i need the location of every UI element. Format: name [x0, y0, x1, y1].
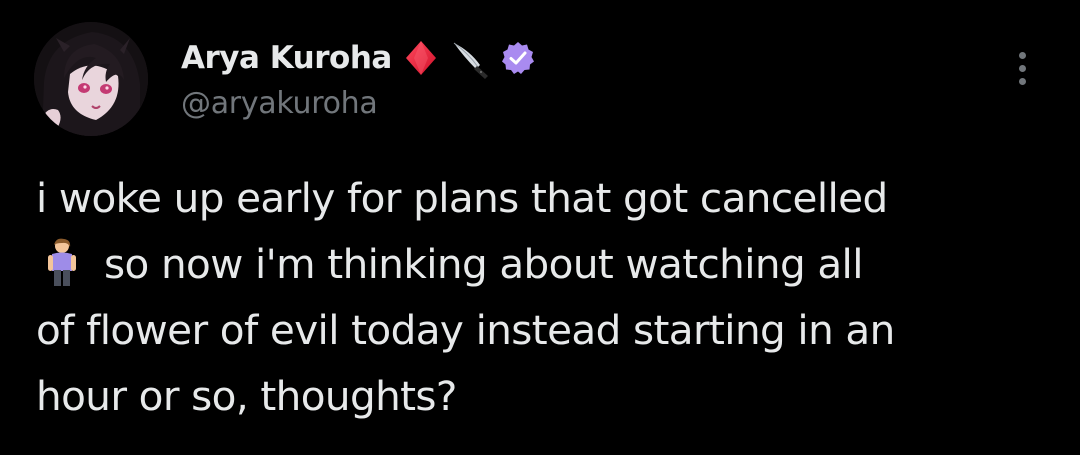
tweet-text-line: i woke up early for plans that got cance… [36, 174, 888, 222]
avatar-image [34, 22, 148, 136]
kitchen-knife-icon [450, 37, 492, 79]
author-name-row: Arya Kuroha [181, 36, 536, 80]
more-dot-icon [1018, 51, 1026, 59]
tweet-text-line-with-emoji: so now i'm thinking about watching all [36, 231, 1056, 297]
tweet-card: Arya Kuroha @aryakuroha i woke up early … [0, 0, 1080, 455]
avatar[interactable] [34, 22, 148, 136]
more-dot-icon [1018, 64, 1026, 72]
red-diamond-icon [400, 37, 442, 79]
tweet-text-line: so now i'm thinking about watching all [104, 240, 863, 288]
author-handle[interactable]: @aryakuroha [181, 86, 378, 121]
verified-badge-icon[interactable] [500, 40, 536, 76]
author-display-name[interactable]: Arya Kuroha [181, 40, 392, 76]
more-dot-icon [1018, 77, 1026, 85]
tweet-text-line: hour or so, thoughts? [36, 372, 457, 420]
more-options-button[interactable] [1004, 46, 1040, 90]
tweet-text-line: of flower of evil today instead starting… [36, 306, 895, 354]
person-standing-icon [42, 238, 82, 288]
tweet-text: i woke up early for plans that got cance… [36, 165, 1056, 429]
